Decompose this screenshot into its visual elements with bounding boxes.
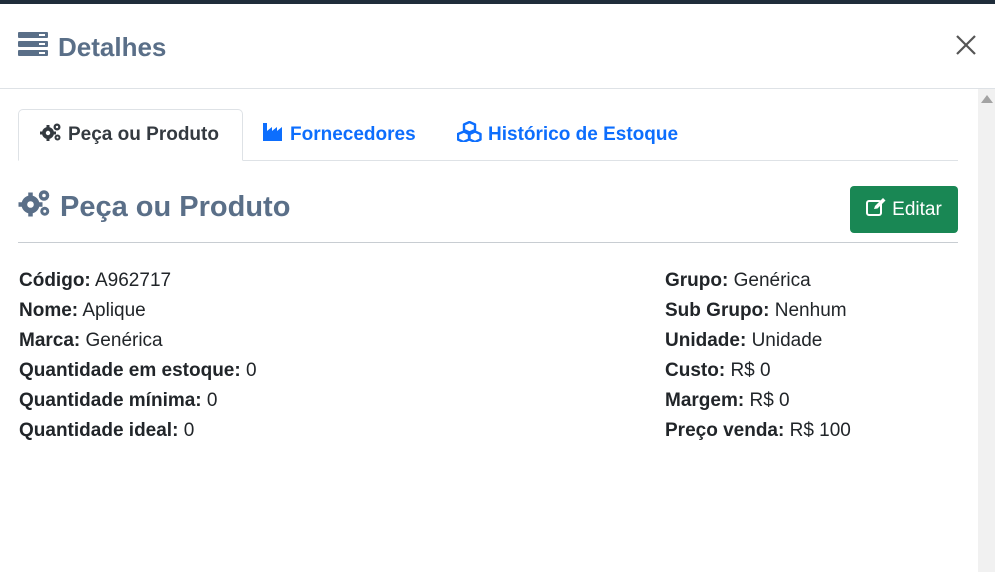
section-title: Peça ou Produto — [18, 188, 290, 226]
detail-row-margem: Margem: R$ 0 — [665, 386, 851, 416]
modal-title-text: Detalhes — [58, 32, 167, 62]
modal-title: Detalhes — [18, 31, 166, 64]
detail-value: Unidade — [751, 330, 823, 351]
vertical-scrollbar[interactable] — [978, 89, 995, 572]
section-title-text: Peça ou Produto — [60, 190, 291, 223]
section-divider — [18, 242, 958, 243]
detail-row-unidade: Unidade: Unidade — [665, 326, 851, 356]
detail-value: R$ 0 — [730, 360, 771, 381]
tab-label: Fornecedores — [290, 123, 416, 145]
detail-row-codigo: Código: A962717 — [19, 266, 257, 296]
tab-label: Histórico de Estoque — [488, 123, 679, 145]
gears-icon — [18, 188, 52, 226]
detail-row-nome: Nome: Aplique — [19, 296, 257, 326]
detail-label: Margem: — [665, 390, 745, 411]
tab-fornecedores[interactable]: Fornecedores — [263, 109, 416, 160]
detail-value: Aplique — [82, 300, 146, 321]
edit-button[interactable]: Editar — [850, 186, 958, 233]
detail-row-custo: Custo: R$ 0 — [665, 356, 851, 386]
detail-label: Unidade: — [665, 330, 747, 351]
gears-icon — [40, 122, 62, 148]
close-button[interactable] — [953, 32, 979, 58]
detail-label: Grupo: — [665, 270, 729, 291]
detail-label: Código: — [19, 270, 91, 291]
detail-value: 0 — [183, 420, 195, 441]
detail-row-quantidade-ideal: Quantidade ideal: 0 — [19, 416, 257, 446]
detail-label: Quantidade ideal: — [19, 420, 179, 441]
details-right-column: Grupo: Genérica Sub Grupo: Nenhum Unidad… — [665, 266, 851, 446]
edit-button-label: Editar — [892, 198, 942, 220]
detail-value: R$ 100 — [789, 420, 851, 441]
industry-icon — [263, 122, 284, 147]
detail-label: Preço venda: — [665, 420, 785, 441]
detail-row-preco-venda: Preço venda: R$ 100 — [665, 416, 851, 446]
detail-row-quantidade-estoque: Quantidade em estoque: 0 — [19, 356, 257, 386]
detail-label: Quantidade em estoque: — [19, 360, 241, 381]
detail-value: R$ 0 — [749, 390, 790, 411]
tab-label: Peça ou Produto — [68, 124, 219, 145]
detail-label: Quantidade mínima: — [19, 390, 202, 411]
server-icon — [18, 31, 48, 64]
modal-header: Detalhes — [0, 4, 995, 89]
detail-label: Custo: — [665, 360, 726, 381]
detail-value: 0 — [245, 360, 257, 381]
edit-icon — [866, 197, 886, 222]
detail-row-sub-grupo: Sub Grupo: Nenhum — [665, 296, 851, 326]
detail-value: A962717 — [95, 270, 172, 291]
scroll-up-arrow-icon[interactable] — [981, 95, 993, 103]
detail-value: Genérica — [733, 270, 811, 291]
detail-row-grupo: Grupo: Genérica — [665, 266, 851, 296]
detail-value: 0 — [206, 390, 218, 411]
close-icon — [956, 35, 976, 55]
tab-bar: Peça ou Produto Fornecedores Histórico d… — [18, 109, 958, 161]
detail-label: Sub Grupo: — [665, 300, 770, 321]
detail-row-marca: Marca: Genérica — [19, 326, 257, 356]
tab-peca-ou-produto[interactable]: Peça ou Produto — [18, 109, 243, 161]
detail-label: Nome: — [19, 300, 79, 321]
tab-historico-de-estoque[interactable]: Histórico de Estoque — [456, 109, 679, 160]
detail-value: Nenhum — [774, 300, 847, 321]
detail-value: Genérica — [85, 330, 163, 351]
detail-row-quantidade-minima: Quantidade mínima: 0 — [19, 386, 257, 416]
detail-label: Marca: — [19, 330, 81, 351]
details-left-column: Código: A962717 Nome: Aplique Marca: Gen… — [19, 266, 257, 446]
cubes-icon — [456, 120, 482, 148]
